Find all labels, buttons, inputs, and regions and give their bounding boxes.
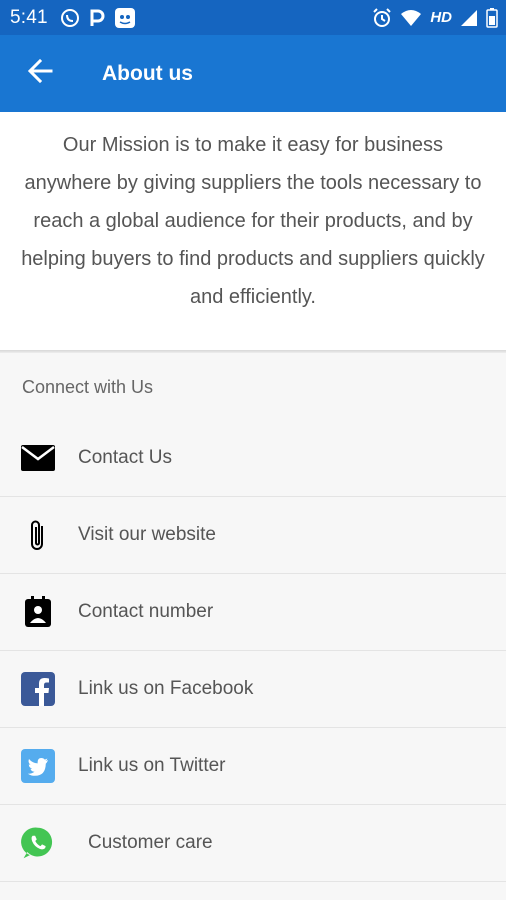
arrow-back-icon [27, 58, 53, 89]
customer-care-label: Customer care [88, 832, 213, 853]
signal-icon [460, 9, 478, 27]
customer-care-item[interactable]: Customer care [0, 805, 506, 882]
connect-header: Connect with Us [22, 377, 154, 397]
contact-us-label: Contact Us [78, 447, 172, 468]
contact-number-label: Contact number [78, 601, 214, 622]
contact-number-item[interactable]: Contact number [0, 574, 506, 651]
visit-website-item[interactable]: Visit our website [0, 497, 506, 574]
twitter-item[interactable]: Link us on Twitter [0, 728, 506, 805]
visit-website-label: Visit our website [78, 524, 216, 545]
mission-text: Our Mission is to make it easy for busin… [21, 134, 485, 308]
network-type: HD [430, 9, 452, 26]
twitter-label: Link us on Twitter [78, 755, 226, 776]
p-icon [88, 8, 106, 28]
status-left-icons [60, 7, 136, 29]
alarm-icon [372, 7, 392, 28]
wifi-icon [400, 9, 422, 27]
back-button[interactable] [10, 44, 70, 104]
section-divider [0, 350, 506, 353]
mail-icon [20, 440, 56, 476]
mission-section: Our Mission is to make it easy for busin… [0, 112, 506, 350]
whatsapp-icon [20, 825, 56, 861]
paperclip-icon [20, 517, 56, 553]
status-bar: 5:41 HD [0, 0, 506, 35]
facebook-icon [20, 671, 56, 707]
facebook-label: Link us on Facebook [78, 678, 254, 699]
status-right-icons: HD [372, 7, 498, 28]
app-bar: About us [0, 35, 506, 112]
page-title: About us [102, 61, 193, 85]
contact-card-icon [20, 594, 56, 630]
whatsapp-icon [60, 8, 80, 28]
contact-us-item[interactable]: Contact Us [0, 420, 506, 497]
connect-list: Contact Us Visit our website Contact num… [0, 420, 506, 882]
app-icon [114, 7, 136, 29]
facebook-item[interactable]: Link us on Facebook [0, 651, 506, 728]
twitter-icon [20, 748, 56, 784]
battery-icon [486, 7, 498, 28]
status-time: 5:41 [10, 6, 48, 28]
